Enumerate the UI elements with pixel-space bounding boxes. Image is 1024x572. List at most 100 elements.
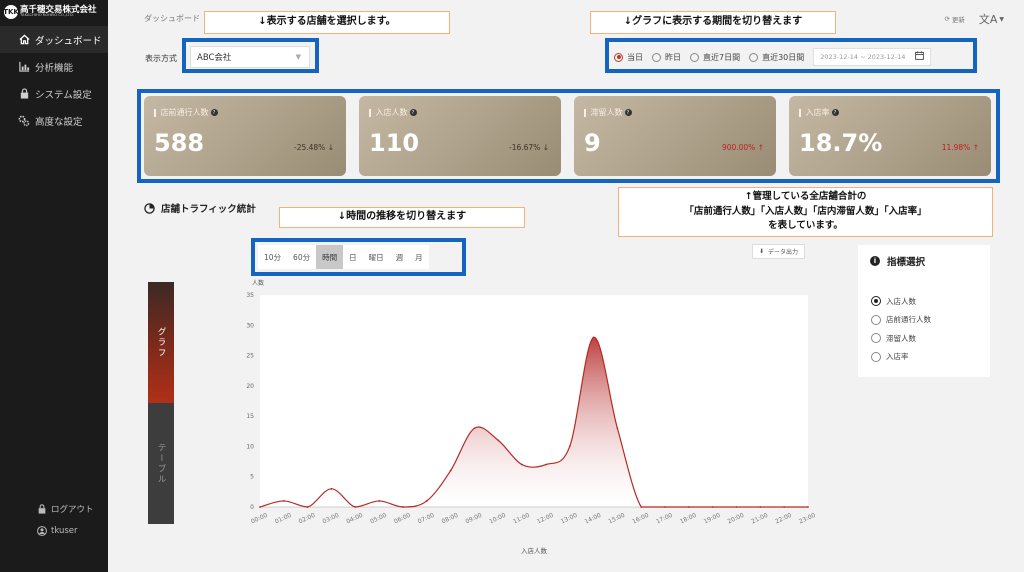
x-tick-label: 22:00 xyxy=(774,512,793,526)
data-point xyxy=(568,445,571,448)
sidebar-item-analysis[interactable]: 分析機能 xyxy=(0,53,108,80)
x-tick-label: 04:00 xyxy=(345,512,364,526)
y-tick-label: 0 xyxy=(250,504,254,511)
metric-option-passersby[interactable]: 店前通行人数 xyxy=(871,311,931,330)
annotation-interval-text: ↓時間の推移を切り替えます xyxy=(337,211,467,222)
y-tick-label: 20 xyxy=(246,383,254,390)
chart-icon xyxy=(18,61,30,73)
x-tick-label: 19:00 xyxy=(703,512,722,526)
sidebar-item-advanced-settings[interactable]: 高度な設定 xyxy=(0,107,108,134)
sidebar-nav: ダッシュボード 分析機能 システム設定 高度な設定 xyxy=(0,26,108,134)
username: tkuser xyxy=(51,526,78,536)
data-point xyxy=(616,427,619,430)
data-point xyxy=(545,463,547,466)
logout-button[interactable]: ログアウト xyxy=(0,498,108,520)
user-icon xyxy=(36,526,47,537)
data-point xyxy=(592,336,595,339)
x-tick-label: 05:00 xyxy=(369,512,388,526)
x-tick-label: 16:00 xyxy=(631,512,650,526)
data-point xyxy=(664,506,666,508)
metric-option-dwell[interactable]: 滞留人数 xyxy=(871,329,931,348)
sidebar-item-label: ダッシュボード xyxy=(35,35,102,47)
tab-graph[interactable]: グラフ xyxy=(148,282,174,403)
kpi-highlight xyxy=(137,89,1000,183)
refresh-button[interactable]: ⟳ 更新 xyxy=(944,14,964,24)
pie-chart-icon xyxy=(144,202,155,214)
export-button[interactable]: ⬇ データ出力 xyxy=(752,244,806,259)
y-tick-label: 5 xyxy=(250,474,254,481)
topbar-actions: ⟳ 更新 文A ▼ xyxy=(944,11,1004,27)
x-tick-label: 13:00 xyxy=(560,512,579,526)
x-tick-label: 01:00 xyxy=(274,512,293,526)
metric-option-label: 滞留人数 xyxy=(886,333,916,343)
translate-icon: 文A xyxy=(978,13,998,26)
y-tick-label: 30 xyxy=(246,322,254,329)
period-filter-highlight xyxy=(605,38,977,73)
x-tick-label: 20:00 xyxy=(727,512,746,526)
metric-option-label: 店前通行人数 xyxy=(886,315,931,325)
x-tick-label: 15:00 xyxy=(607,512,626,526)
radio-unchecked xyxy=(871,351,881,362)
annotation-period: ↓グラフに表示する期間を切り替えます xyxy=(590,11,836,34)
annotation-totals-line1: ↑管理している全店舗合計の xyxy=(744,191,867,202)
y-tick-label: 10 xyxy=(246,443,254,450)
x-tick-label: 02:00 xyxy=(298,512,317,526)
data-point xyxy=(259,506,261,508)
data-point xyxy=(783,506,786,508)
sidebar-item-label: 高度な設定 xyxy=(35,116,83,128)
data-point xyxy=(354,506,357,508)
gears-icon xyxy=(18,115,30,127)
annotation-store: ↓表示する店舗を選択します。 xyxy=(204,11,450,34)
data-point xyxy=(735,506,738,508)
x-tick-label: 09:00 xyxy=(464,512,483,526)
logout-label: ログアウト xyxy=(51,505,94,515)
data-point xyxy=(521,463,523,466)
x-tick-label: 18:00 xyxy=(679,512,698,526)
data-point xyxy=(425,500,428,502)
y-tick-label: 25 xyxy=(246,353,254,360)
annotation-store-text: ↓表示する店舗を選択します。 xyxy=(258,16,396,27)
user-menu[interactable]: tkuser xyxy=(0,520,108,542)
tab-table[interactable]: テーブル xyxy=(148,403,174,524)
annotation-period-text: ↓グラフに表示する期間を切り替えます xyxy=(623,16,803,27)
sidebar-item-label: システム設定 xyxy=(35,89,92,101)
metric-title: i 指標選択 xyxy=(870,254,925,268)
x-tick-label: 03:00 xyxy=(322,512,341,526)
annotation-totals: ↑管理している全店舗合計の 「店前通行人数」「入店人数」「店内滞留人数」「入店率… xyxy=(618,187,993,237)
x-tick-label: 12:00 xyxy=(536,512,555,526)
y-axis-label: 人数 xyxy=(252,279,264,287)
brand: TKK 高千穂交易株式会社 TAKACHIHO KOHEKI CO.,LTD. xyxy=(3,3,97,21)
x-tick-label: 21:00 xyxy=(750,512,769,526)
metric-option-label: 入店人数 xyxy=(886,296,916,306)
language-button[interactable]: 文A ▼ xyxy=(979,11,1004,27)
traffic-section-title: 店舗トラフィック統計 xyxy=(144,201,256,215)
data-point xyxy=(378,500,381,502)
sidebar: TKK 高千穂交易株式会社 TAKACHIHO KOHEKI CO.,LTD. … xyxy=(0,0,108,572)
info-icon: i xyxy=(870,256,880,266)
export-label: データ出力 xyxy=(768,249,799,256)
view-tabs: グラフ テーブル xyxy=(148,282,174,524)
chevron-down-icon: ▼ xyxy=(999,15,1004,23)
data-point xyxy=(402,506,404,508)
x-tick-label: 07:00 xyxy=(417,512,436,526)
sidebar-item-dashboard[interactable]: ダッシュボード xyxy=(0,26,108,53)
data-point xyxy=(711,506,714,508)
data-point xyxy=(497,439,500,442)
metric-option-label: 入店率 xyxy=(886,352,909,362)
company-sub-name: TAKACHIHO KOHEKI CO.,LTD. xyxy=(20,13,75,18)
metric-option-entry-rate[interactable]: 入店率 xyxy=(871,348,931,367)
data-point xyxy=(759,506,762,508)
data-point xyxy=(473,427,476,430)
data-point xyxy=(330,487,333,490)
x-tick-label: 23:00 xyxy=(798,512,817,526)
sidebar-item-system-settings[interactable]: システム設定 xyxy=(0,80,108,107)
lock-icon xyxy=(18,88,30,100)
x-tick-label: 10:00 xyxy=(488,512,507,526)
y-tick-label: 15 xyxy=(246,413,254,420)
data-point xyxy=(807,506,809,508)
metric-option-entries[interactable]: 入店人数 xyxy=(871,292,931,311)
data-point xyxy=(282,500,285,502)
x-tick-label: 00:00 xyxy=(250,512,269,526)
interval-highlight xyxy=(251,238,466,276)
radio-checked xyxy=(871,296,881,307)
